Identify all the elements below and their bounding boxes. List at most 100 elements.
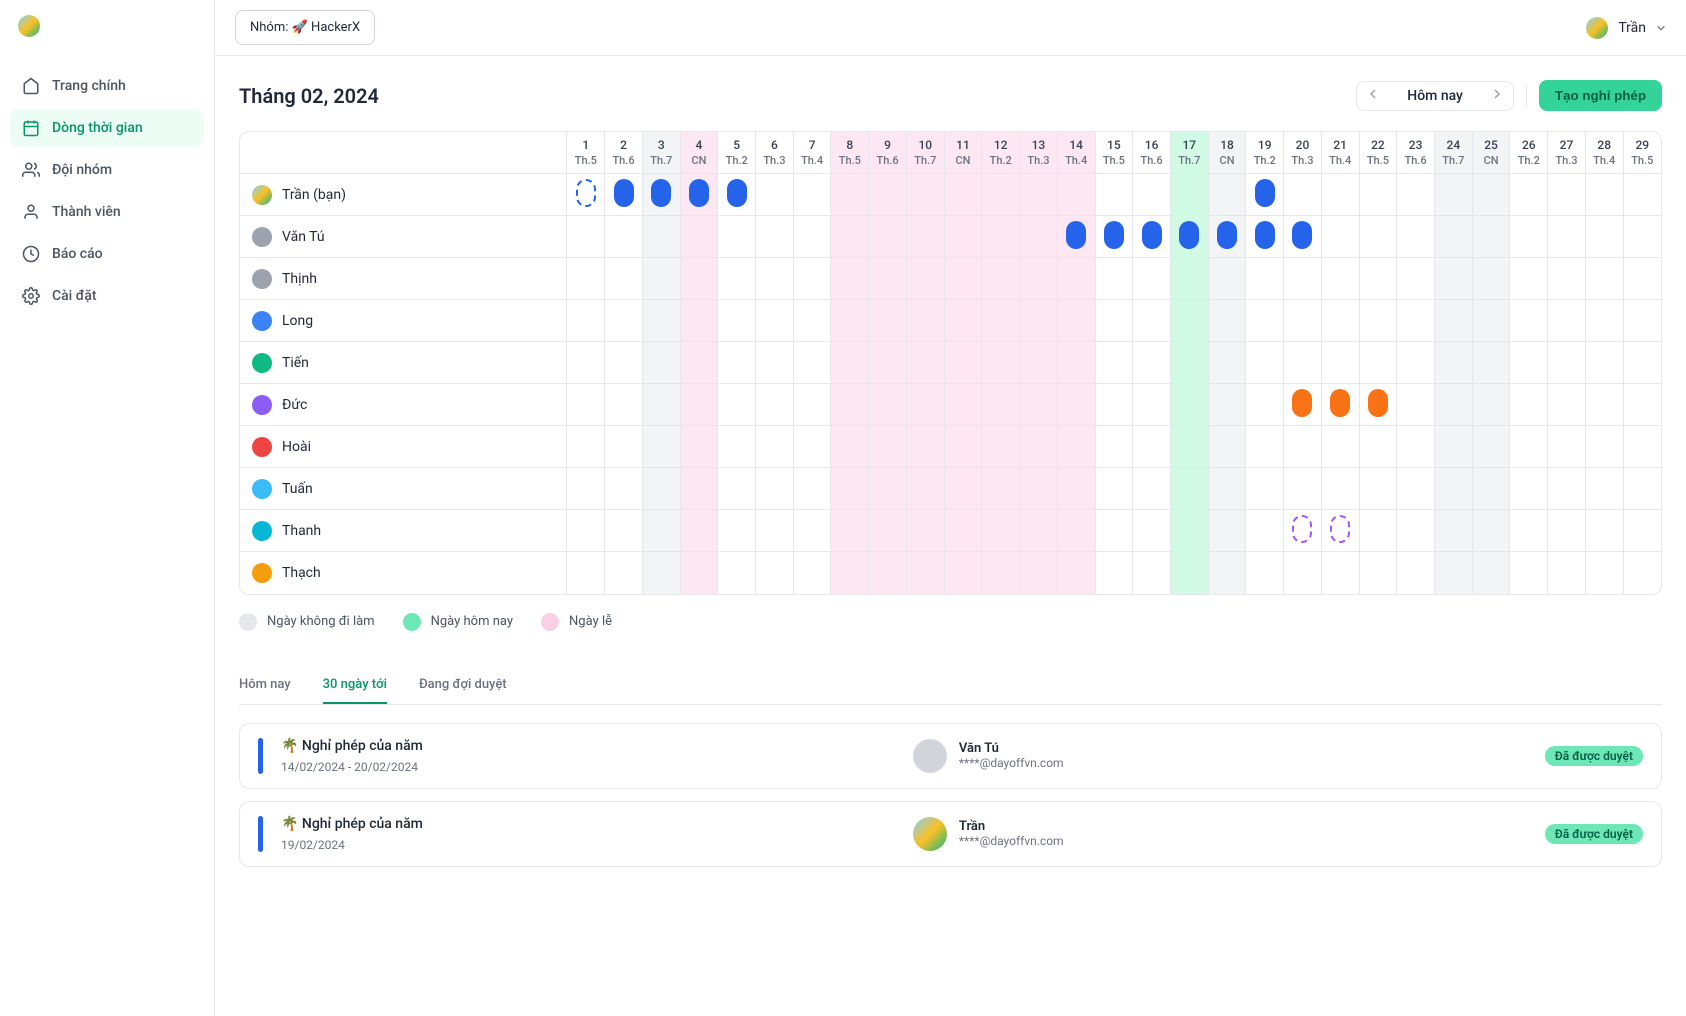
day-cell [567,258,605,300]
group-selector[interactable]: Nhóm: 🚀 HackerX [235,10,375,45]
day-cell [1208,216,1246,258]
day-cell [718,216,756,258]
day-header: 21Th.4 [1321,132,1359,174]
day-cell [944,552,982,594]
leave-pill[interactable] [1066,221,1086,249]
day-header: 12Th.2 [982,132,1020,174]
sidebar-item-clock[interactable]: Báo cáo [10,235,204,273]
day-cell [831,258,869,300]
sidebar-item-home[interactable]: Trang chính [10,67,204,105]
day-cell [1321,216,1359,258]
day-cell [831,384,869,426]
person-name-cell[interactable]: Thạch [240,552,567,594]
person-name-cell[interactable]: Thịnh [240,258,567,300]
create-leave-button[interactable]: Tạo nghỉ phép [1539,80,1662,111]
request-user-name: Trần [959,819,1064,834]
timeline-row: Tuấn [240,468,1661,510]
leave-pill[interactable] [1368,389,1388,417]
day-cell [605,552,643,594]
day-cell [1057,300,1095,342]
sidebar-item-gear[interactable]: Cài đặt [10,277,204,315]
app-logo[interactable] [18,15,40,37]
filter-tab[interactable]: 30 ngày tới [323,667,387,704]
day-cell [756,468,794,510]
person-name-cell[interactable]: Thanh [240,510,567,552]
leave-pill[interactable] [1292,389,1312,417]
day-cell [605,468,643,510]
filter-tab[interactable]: Đang đợi duyệt [419,667,507,704]
day-cell [718,552,756,594]
sidebar-item-label: Đội nhóm [52,162,112,178]
leave-pill[interactable] [614,179,634,207]
person-name-cell[interactable]: Long [240,300,567,342]
day-cell [906,300,944,342]
day-cell [869,300,907,342]
person-name-cell[interactable]: Trần (bạn) [240,174,567,216]
sidebar-item-user[interactable]: Thành viên [10,193,204,231]
next-month-button[interactable] [1481,82,1513,110]
sidebar-item-calendar[interactable]: Dòng thời gian [10,109,204,147]
day-cell [831,426,869,468]
leave-pill[interactable] [1255,179,1275,207]
person-name-cell[interactable]: Đức [240,384,567,426]
leave-pill[interactable] [1292,221,1312,249]
day-cell [982,510,1020,552]
leave-pill-pending[interactable] [576,179,596,207]
day-cell [831,552,869,594]
person-name-cell[interactable]: Tiến [240,342,567,384]
day-cell [793,300,831,342]
leave-pill[interactable] [689,179,709,207]
day-cell [1095,510,1133,552]
leave-pill[interactable] [1104,221,1124,249]
leave-pill[interactable] [727,179,747,207]
header-row: 1Th.52Th.63Th.74CN5Th.26Th.37Th.48Th.59T… [240,132,1661,174]
today-button[interactable]: Hôm nay [1389,82,1481,110]
day-cell [1585,468,1623,510]
leave-pill[interactable] [1179,221,1199,249]
day-cell [756,552,794,594]
leave-pill[interactable] [651,179,671,207]
day-cell [1246,384,1284,426]
day-cell [1284,552,1322,594]
leave-pill[interactable] [1330,389,1350,417]
day-cell [605,426,643,468]
leave-pill[interactable] [1255,221,1275,249]
person-name-cell[interactable]: Tuấn [240,468,567,510]
day-cell [1397,510,1435,552]
prev-month-button[interactable] [1357,82,1389,110]
person-name: Thịnh [282,271,317,287]
filter-tab[interactable]: Hôm nay [239,667,291,704]
leave-pill[interactable] [1142,221,1162,249]
person-name-cell[interactable]: Hoài [240,426,567,468]
day-header: 4CN [680,132,718,174]
leave-pill[interactable] [1217,221,1237,249]
request-card[interactable]: 🌴 Nghỉ phép của năm 19/02/2024 Trần ****… [239,801,1662,867]
day-cell [944,342,982,384]
request-card[interactable]: 🌴 Nghỉ phép của năm 14/02/2024 - 20/02/2… [239,723,1662,789]
day-cell [1321,174,1359,216]
day-cell [680,216,718,258]
day-cell [1246,510,1284,552]
sidebar-item-users[interactable]: Đội nhóm [10,151,204,189]
day-cell [1170,174,1208,216]
day-cell [1321,342,1359,384]
day-cell [1020,258,1058,300]
day-header: 11CN [944,132,982,174]
leave-pill-pending[interactable] [1292,515,1312,543]
day-cell [605,258,643,300]
person-name-cell[interactable]: Văn Tú [240,216,567,258]
timeline-row: Trần (bạn) [240,174,1661,216]
day-cell [1133,342,1171,384]
month-pager: Hôm nay [1356,81,1514,111]
request-date: 14/02/2024 - 20/02/2024 [281,760,895,774]
day-cell [1472,258,1510,300]
day-cell [1246,174,1284,216]
day-cell [1020,468,1058,510]
day-cell [1585,342,1623,384]
day-cell [793,342,831,384]
chevron-left-icon [1367,88,1379,100]
user-menu[interactable]: Trần [1586,17,1666,39]
person-avatar [252,437,272,457]
day-cell [1472,174,1510,216]
leave-pill-pending[interactable] [1330,515,1350,543]
